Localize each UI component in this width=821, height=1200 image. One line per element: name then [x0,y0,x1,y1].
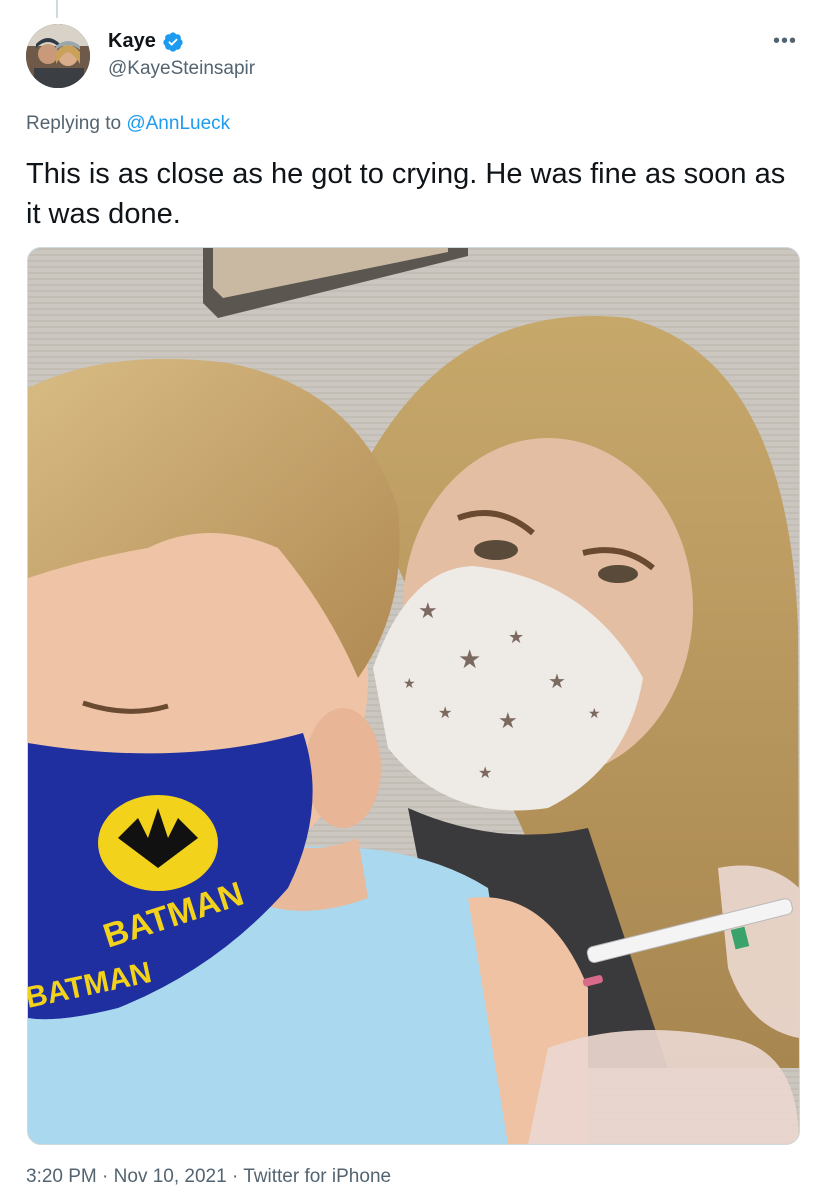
tweet-source[interactable]: Twitter for iPhone [243,1166,391,1187]
replying-to: Replying to @AnnLueck [26,113,230,135]
meta-separator: · [102,1166,109,1187]
svg-text:★: ★ [498,708,518,733]
avatar[interactable] [26,24,90,88]
more-options-icon[interactable]: ••• [773,30,797,53]
author-handle[interactable]: @KayeSteinsapir [108,58,255,80]
svg-text:★: ★ [478,765,492,782]
thread-connector-line [56,0,58,18]
verified-badge-icon [163,31,183,52]
replying-to-label: Replying to [26,113,122,134]
meta-separator: · [231,1166,239,1187]
svg-text:★: ★ [438,705,452,722]
svg-text:★: ★ [458,644,481,674]
svg-text:★: ★ [418,598,438,623]
photo-illustration: ★ ★ ★ ★ ★ ★ ★ ★ ★ BATMAN BATMAN [28,248,799,1144]
author-display-name[interactable]: Kaye [108,30,156,53]
svg-text:★: ★ [403,675,416,691]
tweet-text: This is as close as he got to crying. He… [26,158,786,230]
avatar-image [26,24,90,88]
tweet-date[interactable]: Nov 10, 2021 [114,1166,227,1187]
svg-text:★: ★ [548,671,566,693]
tweet-metadata: 3:20 PM · Nov 10, 2021 · Twitter for iPh… [26,1166,391,1188]
svg-text:★: ★ [588,705,601,721]
tweet-time[interactable]: 3:20 PM [26,1166,97,1187]
svg-text:★: ★ [508,627,524,647]
tweet-photo[interactable]: ★ ★ ★ ★ ★ ★ ★ ★ ★ BATMAN BATMAN [27,247,800,1145]
reply-target-link[interactable]: @AnnLueck [126,113,230,134]
